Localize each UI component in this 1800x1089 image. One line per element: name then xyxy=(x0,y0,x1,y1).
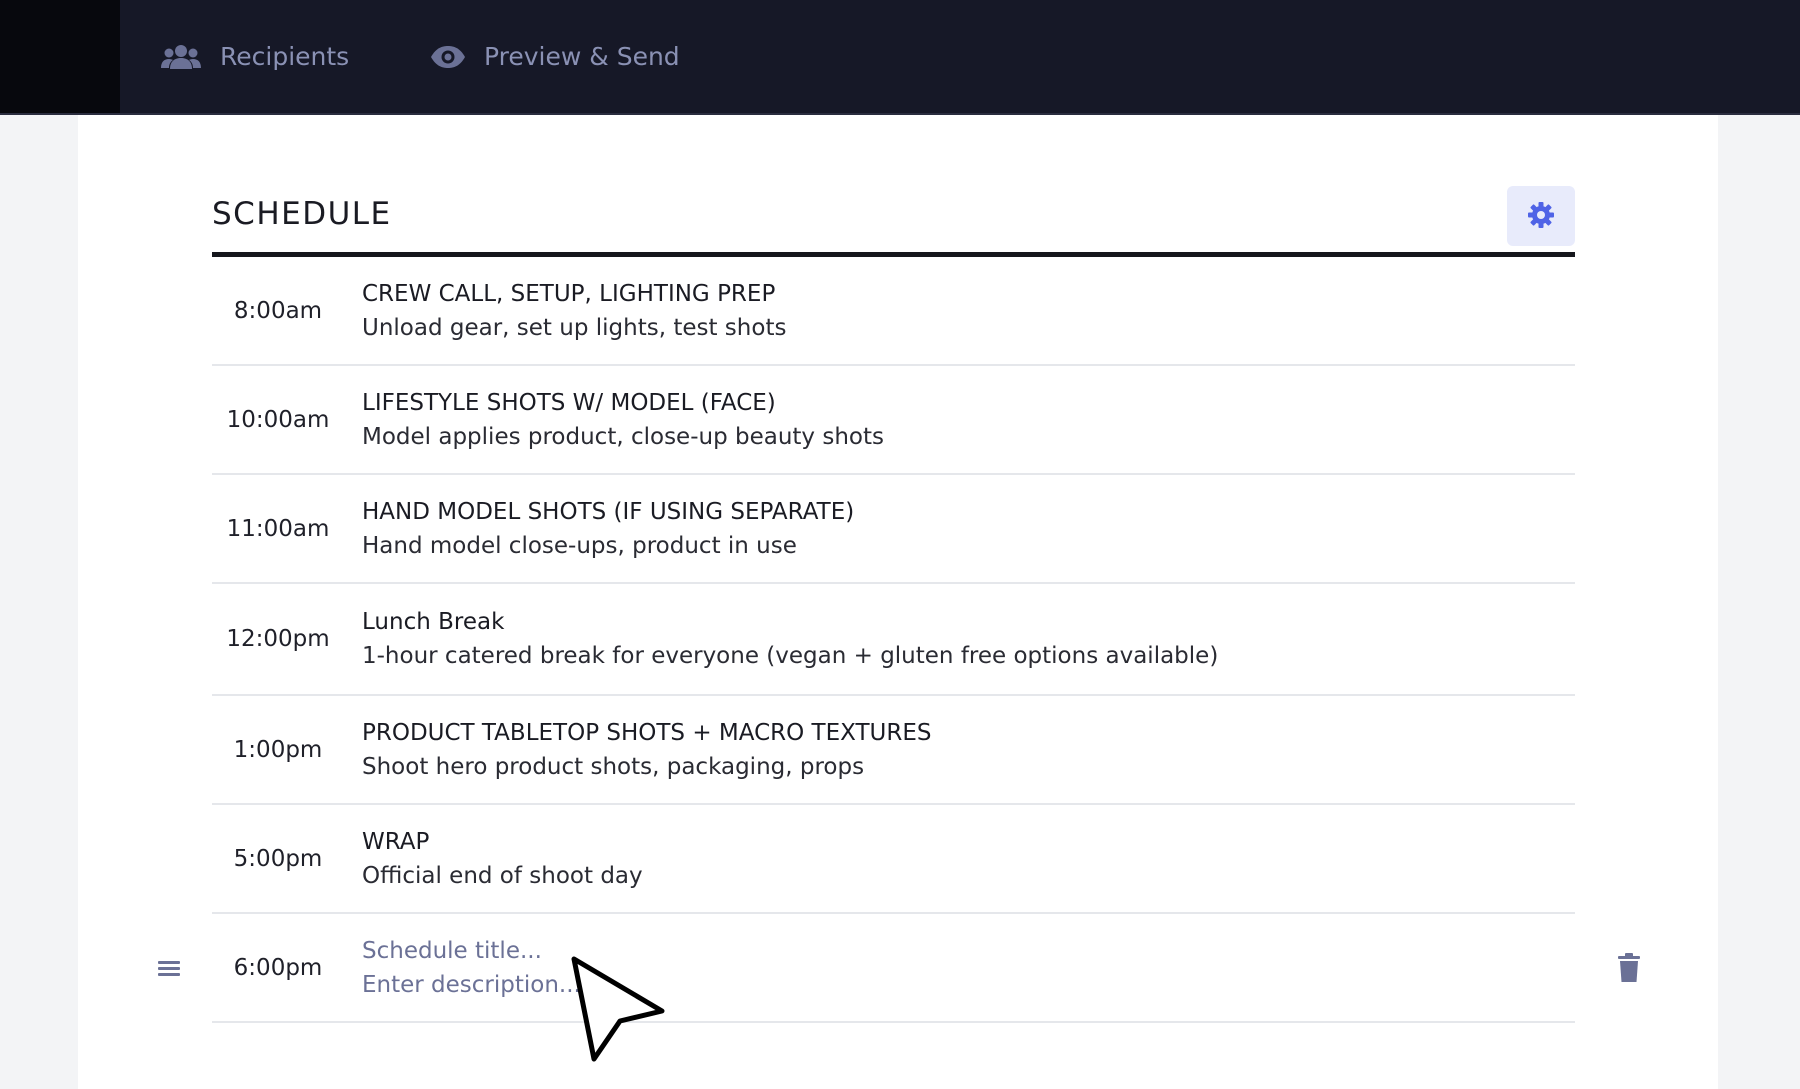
drag-handle-icon[interactable] xyxy=(158,958,180,978)
schedule-title-input[interactable]: Schedule title... xyxy=(362,938,581,964)
schedule-panel: SCHEDULE 8:00am CREW CALL, SETUP, LIGHTI… xyxy=(78,115,1718,1089)
gear-icon xyxy=(1527,201,1555,232)
nav-item-recipients[interactable]: Recipients xyxy=(160,0,349,113)
schedule-description[interactable]: 1-hour catered break for everyone (vegan… xyxy=(362,643,1218,669)
schedule-title[interactable]: Lunch Break xyxy=(362,609,1218,635)
users-icon xyxy=(160,43,202,71)
schedule-row[interactable]: 10:00am LIFESTYLE SHOTS W/ MODEL (FACE) … xyxy=(212,366,1575,475)
schedule-description-input[interactable]: Enter description... xyxy=(362,972,581,998)
schedule-time[interactable]: 6:00pm xyxy=(212,914,344,1021)
top-nav-bar: Recipients Preview & Send xyxy=(0,0,1800,115)
schedule-time[interactable]: 11:00am xyxy=(212,475,344,582)
schedule-description[interactable]: Official end of shoot day xyxy=(362,863,643,889)
section-heading: SCHEDULE xyxy=(212,196,392,232)
schedule-title[interactable]: HAND MODEL SHOTS (IF USING SEPARATE) xyxy=(362,499,854,525)
nav-item-preview-send[interactable]: Preview & Send xyxy=(430,0,680,113)
schedule-time[interactable]: 5:00pm xyxy=(212,805,344,912)
schedule-title[interactable]: PRODUCT TABLETOP SHOTS + MACRO TEXTURES xyxy=(362,720,931,746)
schedule-description[interactable]: Model applies product, close-up beauty s… xyxy=(362,424,884,450)
nav-left-block xyxy=(0,0,120,113)
schedule-description[interactable]: Hand model close-ups, product in use xyxy=(362,533,854,559)
schedule-row[interactable]: 8:00am CREW CALL, SETUP, LIGHTING PREP U… xyxy=(212,257,1575,366)
trash-icon[interactable] xyxy=(1617,952,1641,983)
nav-item-label: Preview & Send xyxy=(484,42,680,71)
schedule-description[interactable]: Unload gear, set up lights, test shots xyxy=(362,315,786,341)
schedule-list: 8:00am CREW CALL, SETUP, LIGHTING PREP U… xyxy=(158,257,1640,1023)
schedule-settings-button[interactable] xyxy=(1507,186,1575,246)
schedule-row[interactable]: 5:00pm WRAP Official end of shoot day xyxy=(212,805,1575,914)
schedule-title[interactable]: CREW CALL, SETUP, LIGHTING PREP xyxy=(362,281,786,307)
schedule-title[interactable]: WRAP xyxy=(362,829,643,855)
schedule-row-new[interactable]: 6:00pm Schedule title... Enter descripti… xyxy=(158,914,1640,1023)
schedule-row[interactable]: 1:00pm PRODUCT TABLETOP SHOTS + MACRO TE… xyxy=(212,696,1575,805)
schedule-time[interactable]: 12:00pm xyxy=(212,584,344,694)
schedule-row[interactable]: 12:00pm Lunch Break 1-hour catered break… xyxy=(212,584,1575,696)
schedule-description[interactable]: Shoot hero product shots, packaging, pro… xyxy=(362,754,931,780)
eye-icon xyxy=(430,45,466,69)
nav-item-label: Recipients xyxy=(220,42,350,71)
schedule-time[interactable]: 8:00am xyxy=(212,257,344,364)
schedule-time[interactable]: 1:00pm xyxy=(212,696,344,803)
schedule-row[interactable]: 11:00am HAND MODEL SHOTS (IF USING SEPAR… xyxy=(212,475,1575,584)
schedule-title[interactable]: LIFESTYLE SHOTS W/ MODEL (FACE) xyxy=(362,390,884,416)
schedule-time[interactable]: 10:00am xyxy=(212,366,344,473)
